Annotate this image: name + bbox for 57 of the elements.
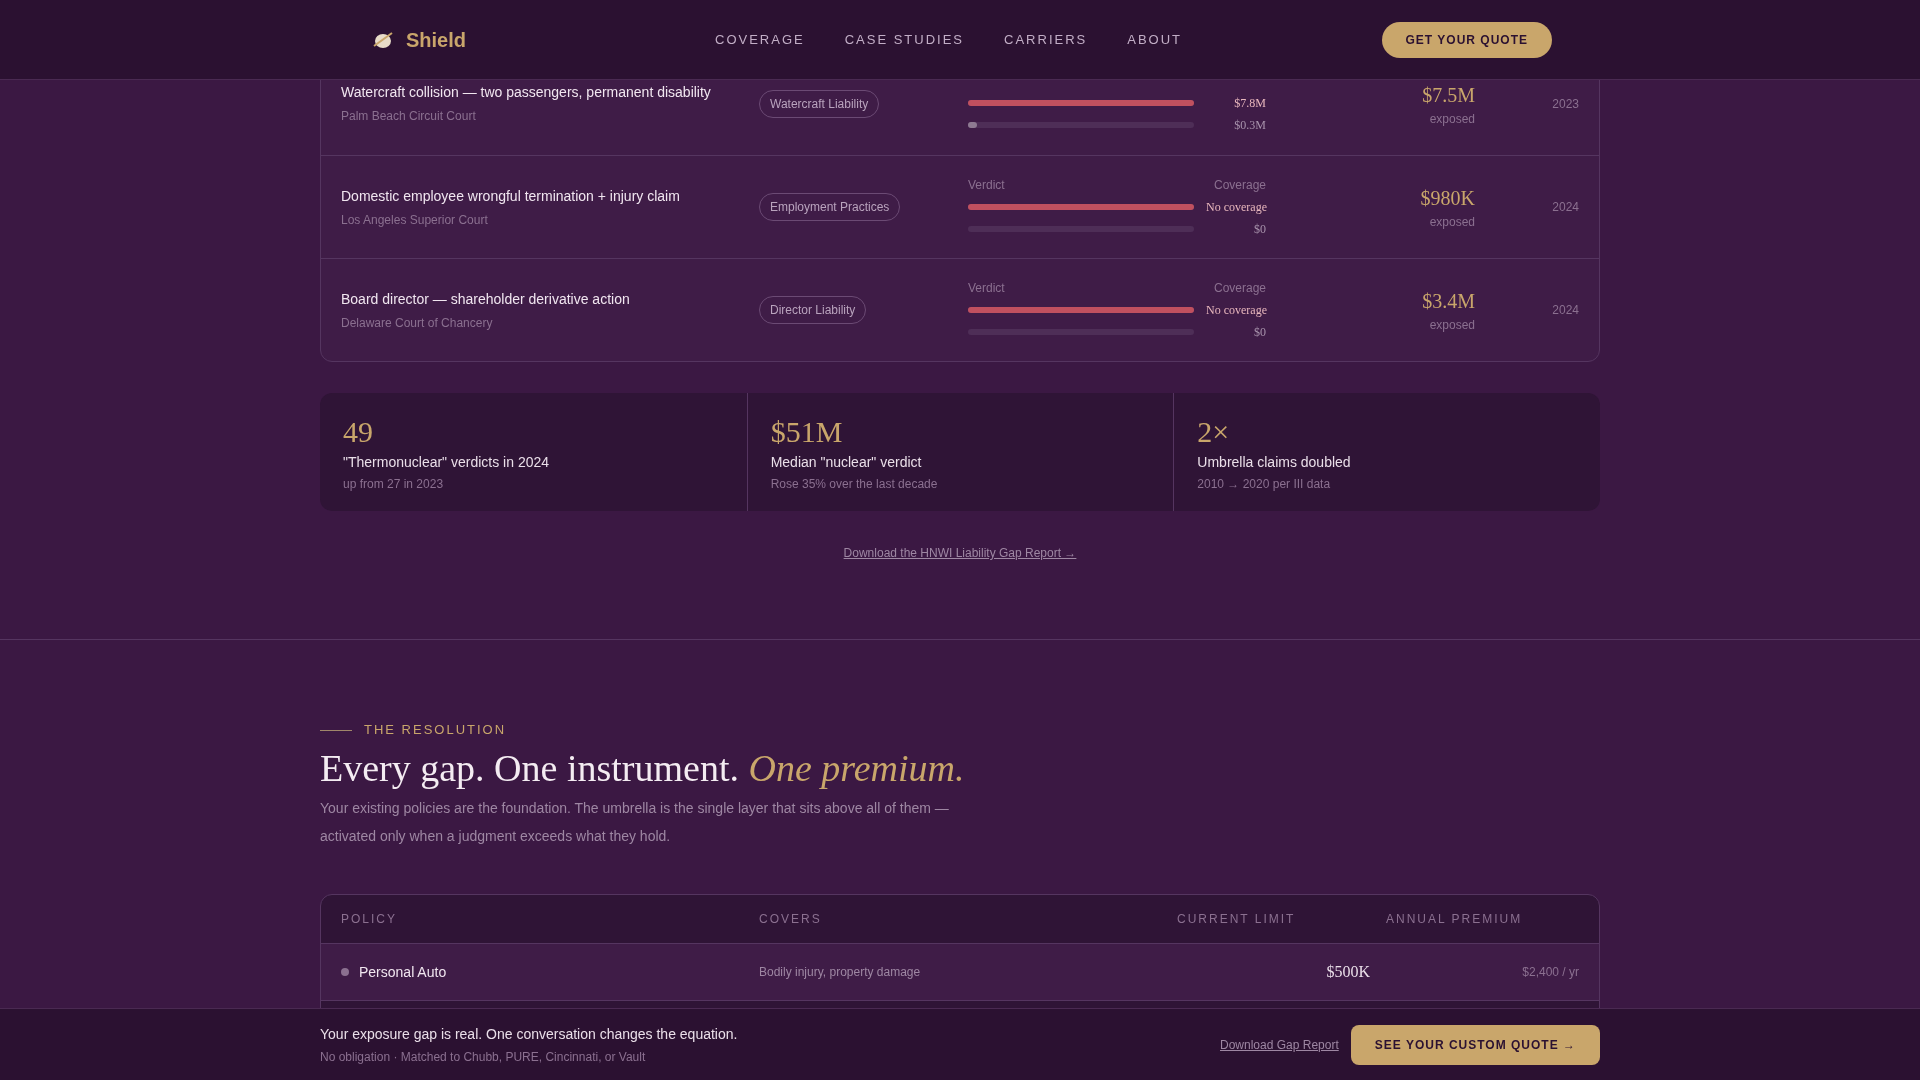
stat-value: 2×	[1197, 415, 1231, 449]
section-eyebrow: THE RESOLUTION	[364, 722, 507, 738]
stat-label: Median "nuclear" verdict	[770, 453, 923, 472]
quote-button[interactable]: GET YOUR QUOTE	[1381, 21, 1552, 58]
brand-link[interactable]: Shield	[406, 24, 466, 55]
nav-link[interactable]: CARRIERS	[1004, 29, 1088, 50]
case-year: 2024	[1551, 199, 1579, 216]
column-header: ANNUAL PREMIUM	[1386, 911, 1524, 928]
stat-value: 49	[343, 415, 374, 449]
bar-reading: $7.8M	[1234, 94, 1266, 112]
custom-quote-button[interactable]: SEE YOUR CUSTOM QUOTE →	[1350, 1024, 1600, 1065]
report-link[interactable]: Download the HNWI Liability Gap Report →	[843, 546, 1077, 560]
bar-reading: $0	[1254, 324, 1266, 341]
shield-logo-icon	[372, 29, 394, 50]
section-heading: Every gap. One instrument. One premium.	[320, 746, 966, 791]
case-year: 2023	[1551, 95, 1579, 113]
bar-reading: No coverage	[1206, 199, 1267, 216]
nav-link[interactable]: CASE STUDIES	[844, 29, 965, 50]
amount-note: exposed	[1428, 110, 1475, 128]
column-header: COVERS	[759, 911, 823, 928]
column-header: POLICY	[341, 911, 398, 928]
stat-label: Umbrella claims doubled	[1197, 453, 1352, 472]
stat-note: Rose 35% over the last decade	[770, 476, 939, 493]
amount-note: exposed	[1428, 317, 1475, 334]
column-header: CURRENT LIMIT	[1177, 911, 1297, 928]
bar-reading: No coverage	[1206, 302, 1267, 319]
table-cell-text: $500K	[1325, 962, 1370, 982]
table-cell-text: $2,400 / yr	[1521, 964, 1579, 981]
exposed-amount: $7.5M	[1421, 82, 1475, 108]
bar-message: Your exposure gap is real. One conversation changes the equation.	[320, 1024, 738, 1044]
stat-note: up from 27 in 2023	[343, 476, 445, 493]
exposed-amount: $3.4M	[1421, 289, 1475, 314]
coverage-label: Coverage	[1213, 177, 1266, 194]
exposed-amount: $980K	[1419, 186, 1475, 211]
coverage-label: Coverage	[1213, 280, 1266, 297]
bar-reading: $0	[1254, 221, 1266, 238]
case-title: Domestic employee wrongful termination + injury claim	[341, 186, 681, 206]
section-body: Your existing policies are the foundation. The umbrella is the single layer that sits above all of them — activated only when a judgment exceeds what they hold.	[320, 799, 950, 846]
stat-label: "Thermonuclear" verdicts in 2024	[343, 453, 551, 472]
court-name: Delaware Court of Chancery	[341, 314, 494, 332]
case-title: Board director — shareholder derivative action	[341, 289, 631, 309]
stat-value: $51M	[770, 415, 844, 449]
court-name: Palm Beach Circuit Court	[341, 108, 477, 125]
verdict-label: Verdict	[968, 177, 1005, 194]
verdict-label: Verdict	[968, 280, 1005, 297]
bar-reading: $0.3M	[1234, 116, 1266, 134]
amount-note: exposed	[1428, 214, 1475, 231]
case-title: Watercraft collision — two passengers, permanent disability	[341, 83, 712, 102]
stat-note: 2010 → 2020 per III data	[1197, 476, 1332, 493]
bar-note: No obligation · Matched to Chubb, PURE, Cincinnati, or Vault	[320, 1048, 647, 1066]
table-cell-text: Bodily injury, property damage	[759, 964, 922, 981]
nav-link[interactable]: ABOUT	[1127, 29, 1183, 50]
court-name: Los Angeles Superior Court	[341, 211, 489, 229]
nav-link[interactable]: COVERAGE	[715, 29, 805, 50]
policy-name: Personal Auto	[359, 962, 447, 982]
case-year: 2024	[1551, 302, 1579, 319]
gap-report-link[interactable]: Download Gap Report	[1220, 1035, 1339, 1054]
